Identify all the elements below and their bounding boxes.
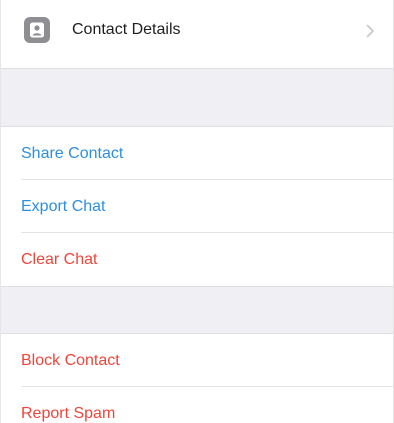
chevron-right-icon: [366, 24, 374, 38]
report-spam-button[interactable]: Report Spam: [1, 387, 393, 423]
section-spacer: [1, 287, 393, 333]
share-contact-label: Share Contact: [21, 144, 124, 162]
clear-chat-button[interactable]: Clear Chat: [1, 233, 393, 286]
export-chat-button[interactable]: Export Chat: [1, 180, 393, 233]
contact-details-row[interactable]: Contact Details: [1, 0, 393, 68]
chat-info-screen: Contact Details Share Contact Export Cha…: [0, 0, 394, 423]
block-contact-label: Block Contact: [21, 351, 120, 369]
section-spacer: [1, 69, 393, 126]
export-chat-label: Export Chat: [21, 197, 106, 215]
report-spam-label: Report Spam: [21, 404, 116, 422]
contact-details-label: Contact Details: [72, 21, 181, 38]
contact-card-icon: [24, 17, 50, 43]
share-contact-button[interactable]: Share Contact: [1, 127, 393, 180]
block-contact-button[interactable]: Block Contact: [1, 334, 393, 387]
clear-chat-label: Clear Chat: [21, 250, 98, 268]
